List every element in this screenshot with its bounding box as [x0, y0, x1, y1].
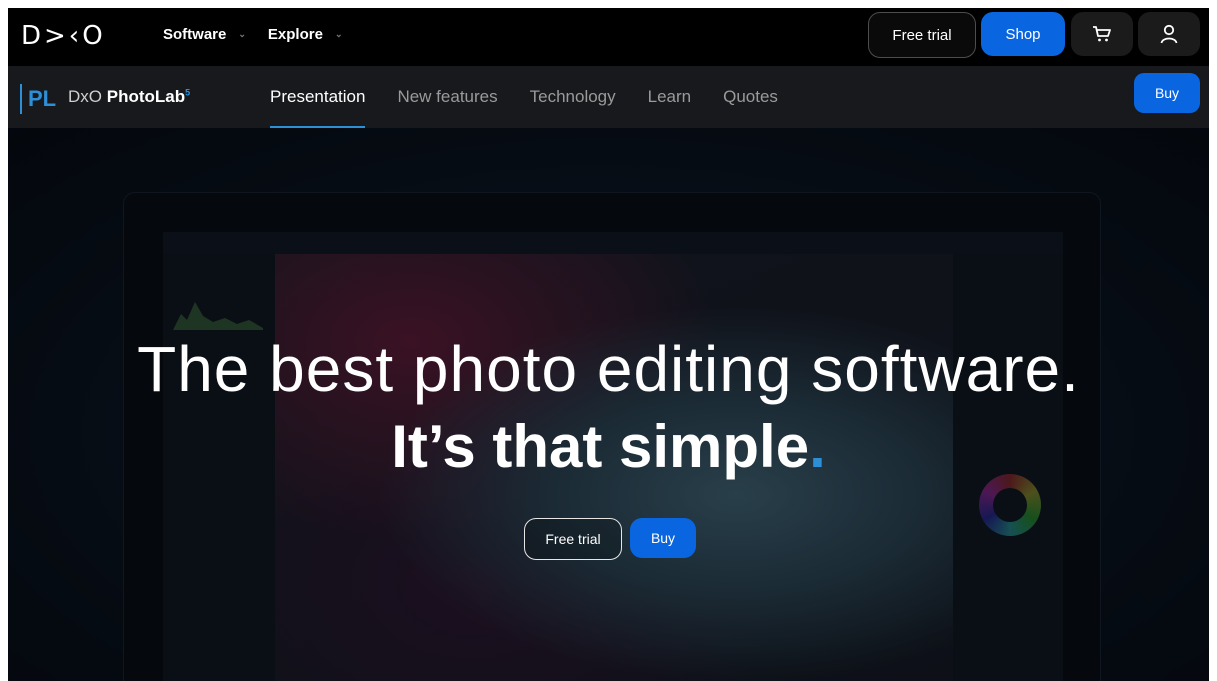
hero-subheadline-text: It’s that simple [391, 413, 810, 480]
product-navigation-bar: PL DxO PhotoLab5 Presentation New featur… [8, 66, 1209, 128]
nav-explore-dropdown[interactable]: Explore ⌄ [268, 26, 343, 43]
account-button[interactable] [1138, 12, 1200, 56]
tab-presentation[interactable]: Presentation [270, 66, 381, 128]
hero-buy-button[interactable]: Buy [630, 518, 696, 558]
buy-button-nav[interactable]: Buy [1134, 73, 1200, 113]
nav-software-label: Software [163, 26, 227, 43]
photolab-logo-mark[interactable]: PL [20, 84, 56, 114]
shop-button[interactable]: Shop [981, 12, 1065, 56]
brand-label: DxO [68, 87, 102, 106]
dxo-logo[interactable]: D>‹O [21, 21, 106, 51]
nav-explore-label: Explore [267, 26, 323, 43]
hero-section: The best photo editing software. It’s th… [8, 128, 1209, 681]
hero-free-trial-button[interactable]: Free trial [524, 518, 622, 560]
user-icon [1160, 24, 1178, 44]
tab-technology[interactable]: Technology [514, 66, 632, 128]
nav-software-dropdown[interactable]: Software ⌄ [163, 26, 246, 43]
hero-headline: The best photo editing software. [137, 333, 1080, 405]
top-navigation-bar: D>‹O Software ⌄ Explore ⌄ Free trial Sho… [8, 8, 1209, 66]
product-tabs: Presentation New features Technology Lea… [270, 66, 794, 128]
tab-new-features[interactable]: New features [381, 66, 513, 128]
tab-quotes[interactable]: Quotes [707, 66, 794, 128]
product-label: PhotoLab [106, 87, 186, 106]
hero-cta-group: Free trial Buy [524, 518, 696, 560]
chevron-down-icon: ⌄ [238, 29, 246, 39]
cart-button[interactable] [1071, 12, 1133, 56]
tab-learn[interactable]: Learn [632, 66, 707, 128]
main-nav: Software ⌄ Explore ⌄ [163, 26, 342, 43]
product-name[interactable]: DxO PhotoLab5 [68, 87, 190, 107]
page-frame: D>‹O Software ⌄ Explore ⌄ Free trial Sho… [8, 8, 1209, 681]
free-trial-button[interactable]: Free trial [868, 12, 976, 58]
hero-subheadline-dot: . [809, 413, 826, 480]
hero-subheadline: It’s that simple. [8, 413, 1209, 481]
cart-icon [1093, 26, 1111, 42]
chevron-down-icon: ⌄ [334, 29, 343, 39]
version-badge: 5 [185, 87, 191, 98]
